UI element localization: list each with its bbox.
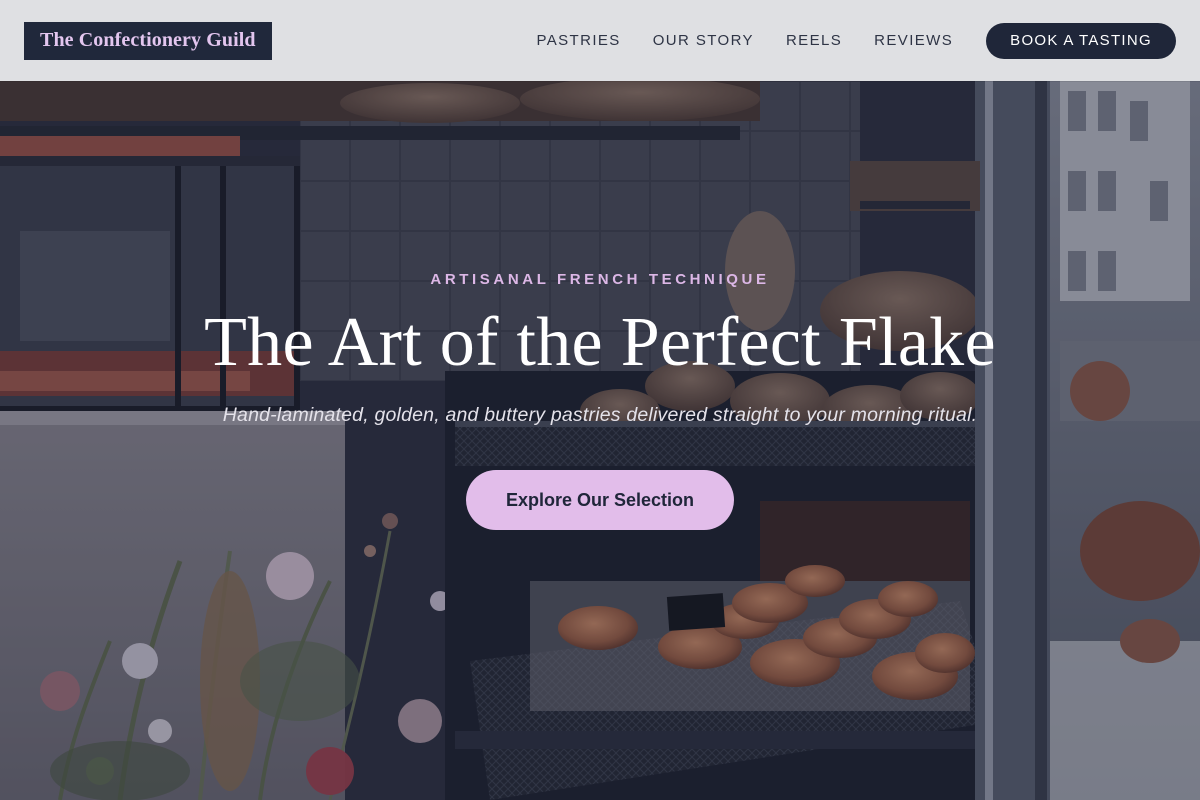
hero-content: ARTISANAL FRENCH TECHNIQUE The Art of th… xyxy=(0,81,1200,800)
nav-link-reels[interactable]: REELS xyxy=(786,32,842,49)
book-tasting-button[interactable]: BOOK A TASTING xyxy=(986,22,1176,59)
nav-link-our-story[interactable]: OUR STORY xyxy=(653,32,754,49)
main-nav: PASTRIES OUR STORY REELS REVIEWS BOOK A … xyxy=(536,22,1176,59)
nav-link-pastries[interactable]: PASTRIES xyxy=(536,32,620,49)
hero-headline: The Art of the Perfect Flake xyxy=(204,304,996,381)
explore-selection-button[interactable]: Explore Our Selection xyxy=(466,470,734,530)
site-logo[interactable]: The Confectionery Guild xyxy=(24,21,272,60)
site-header: The Confectionery Guild PASTRIES OUR STO… xyxy=(0,0,1200,81)
hero-subhead: Hand-laminated, golden, and buttery past… xyxy=(222,404,978,426)
hero-eyebrow: ARTISANAL FRENCH TECHNIQUE xyxy=(430,271,770,288)
hero-section: ARTISANAL FRENCH TECHNIQUE The Art of th… xyxy=(0,81,1200,800)
nav-link-reviews[interactable]: REVIEWS xyxy=(874,32,953,49)
